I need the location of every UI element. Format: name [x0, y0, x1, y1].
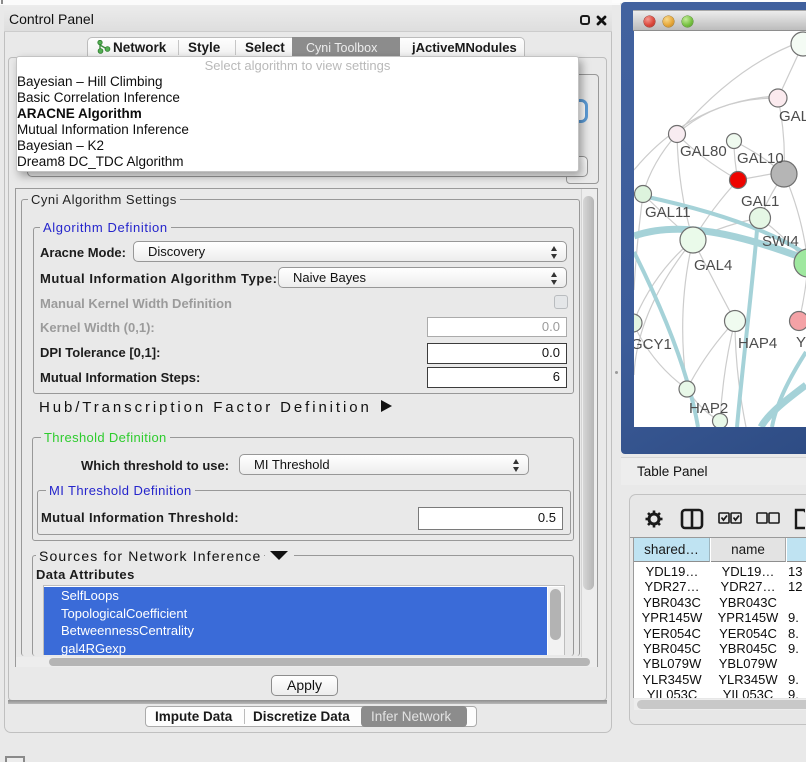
svg-text:GAL10: GAL10: [737, 150, 784, 167]
svg-text:GAL4: GAL4: [694, 257, 732, 274]
svg-text:HAP4: HAP4: [738, 335, 777, 352]
svg-text:GAL11: GAL11: [645, 204, 691, 221]
svg-text:HAP2: HAP2: [689, 400, 728, 417]
svg-text:GAL1: GAL1: [741, 193, 779, 210]
svg-text:GAL80: GAL80: [680, 143, 727, 160]
svg-text:Y: Y: [796, 334, 806, 351]
svg-text:GCY1: GCY1: [634, 336, 672, 353]
svg-text:SWI4: SWI4: [762, 233, 799, 250]
svg-text:GAL: GAL: [779, 108, 806, 125]
